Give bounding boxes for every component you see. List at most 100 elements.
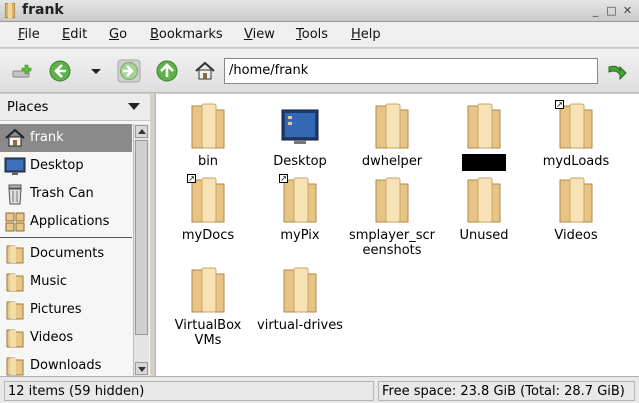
chevron-down-icon[interactable] <box>128 103 140 110</box>
folder-icon <box>559 177 593 223</box>
places-label: Places <box>7 100 49 115</box>
file-item-unused[interactable]: Unused <box>438 174 530 256</box>
file-name: dwhelper <box>361 154 423 169</box>
sidebar-item-label: Documents <box>30 246 105 261</box>
folder-icon <box>467 177 501 223</box>
sidebar-item-applications[interactable]: Applications <box>0 208 132 236</box>
file-item-mydloads[interactable]: ↗ mydLoads <box>530 100 622 182</box>
file-name: Videos <box>554 228 598 243</box>
scroll-up-button[interactable] <box>135 125 148 138</box>
file-name-redacted <box>438 154 530 175</box>
up-arrow-icon[interactable] <box>155 59 179 83</box>
desktop-folder-icon <box>281 109 319 144</box>
folder-icon <box>6 301 24 320</box>
location-input[interactable]: /home/frank <box>224 58 598 84</box>
arrow-up-icon <box>138 129 146 134</box>
scroll-thumb[interactable] <box>135 140 148 335</box>
folder-icon <box>283 267 317 313</box>
file-item-mydocs[interactable]: ↗ myDocs <box>162 174 254 256</box>
sidebar-item-label: Pictures <box>30 302 82 317</box>
file-name: Desktop <box>273 154 327 169</box>
home-icon <box>5 128 25 147</box>
sidebar-item-trash[interactable]: Trash Can <box>0 180 132 208</box>
folder-icon <box>375 177 409 223</box>
file-item-bin[interactable]: bin <box>162 100 254 182</box>
file-name: smplayer_screenshots <box>348 228 436 258</box>
menu-bookmarks[interactable]: Bookmarks <box>150 27 223 42</box>
folder-symlink-icon <box>283 177 317 223</box>
close-icon[interactable]: ✕ <box>621 4 634 17</box>
free-space-status: Free space: 23.8 GiB (Total: 28.7 GiB) <box>378 381 635 401</box>
sidebar-scrollbar[interactable] <box>133 124 149 376</box>
symlink-arrow-icon: ↗ <box>279 174 288 183</box>
sidebar-item-desktop[interactable]: Desktop <box>0 152 132 180</box>
home-icon[interactable] <box>193 59 217 83</box>
arrow-down-icon <box>138 367 146 372</box>
sidebar: frank Desktop Trash Can Applications Doc… <box>0 121 150 376</box>
file-item-desktop[interactable]: Desktop <box>254 100 346 182</box>
scroll-down-button[interactable] <box>135 362 148 375</box>
folder-icon <box>6 357 24 376</box>
maximize-icon[interactable]: □ <box>605 4 618 17</box>
back-arrow-icon[interactable] <box>48 59 72 83</box>
file-item-virtual-drives[interactable]: virtual-drives <box>254 264 346 346</box>
status-bar: 12 items (59 hidden) Free space: 23.8 Gi… <box>0 376 639 403</box>
menu-view[interactable]: View <box>244 27 275 42</box>
folder-icon <box>191 103 225 149</box>
menu-file[interactable]: File <box>18 27 40 42</box>
symlink-arrow-icon: ↗ <box>187 174 196 183</box>
redaction-block <box>462 154 506 171</box>
forward-arrow-icon[interactable] <box>117 59 141 83</box>
file-name: myDocs <box>181 228 235 243</box>
sidebar-item-videos[interactable]: Videos <box>0 324 132 352</box>
file-item-smplayer-screenshots[interactable]: smplayer_screenshots <box>346 174 438 258</box>
file-name: myPix <box>280 228 320 243</box>
file-name: bin <box>197 154 219 169</box>
menu-bar: File Edit Go Bookmarks View Tools Help <box>0 22 639 48</box>
file-name: mydLoads <box>542 154 610 169</box>
folder-icon <box>6 329 24 348</box>
trash-icon <box>8 184 22 205</box>
folder-icon <box>191 267 225 313</box>
sidebar-item-downloads[interactable]: Downloads <box>0 352 132 376</box>
folder-icon <box>467 103 501 149</box>
file-item-virtualbox-vms[interactable]: VirtualBox VMs <box>162 264 254 348</box>
applications-icon <box>5 212 25 232</box>
menu-help[interactable]: Help <box>351 27 381 42</box>
sidebar-item-label: Trash Can <box>30 186 94 201</box>
sidebar-item-music[interactable]: Music <box>0 268 132 296</box>
sidebar-item-label: Downloads <box>30 358 102 373</box>
sidebar-item-documents[interactable]: Documents <box>0 240 132 268</box>
folder-icon <box>6 245 24 264</box>
folder-symlink-icon <box>559 103 593 149</box>
title-bar: frank _ □ ✕ <box>0 0 639 22</box>
folder-icon <box>375 103 409 149</box>
symlink-arrow-icon: ↗ <box>555 100 564 109</box>
sidebar-item-label: Desktop <box>30 158 84 173</box>
item-count-status: 12 items (59 hidden) <box>4 381 374 401</box>
window-title: frank <box>22 2 64 18</box>
file-name: virtual-drives <box>257 318 343 333</box>
sidebar-item-pictures[interactable]: Pictures <box>0 296 132 324</box>
sidebar-item-label: frank <box>30 130 64 145</box>
menu-go[interactable]: Go <box>109 27 127 42</box>
sidebar-divider <box>0 237 132 238</box>
sidebar-item-label: Applications <box>30 214 110 229</box>
minimize-icon[interactable]: _ <box>589 4 602 17</box>
file-item-videos[interactable]: Videos <box>530 174 622 256</box>
go-arrow-icon[interactable] <box>605 59 629 83</box>
file-item-redacted[interactable] <box>438 100 530 182</box>
menu-tools[interactable]: Tools <box>296 27 328 42</box>
file-view[interactable]: bin Desktop dwhelper ↗ mydLoads ↗ myDocs… <box>155 94 639 376</box>
new-tab-icon[interactable] <box>10 59 34 83</box>
folder-icon <box>6 273 24 292</box>
places-dropdown[interactable]: Places <box>0 94 150 121</box>
file-name: Unused <box>459 228 509 243</box>
file-item-mypix[interactable]: ↗ myPix <box>254 174 346 256</box>
desktop-icon <box>4 157 26 175</box>
sidebar-item-frank[interactable]: frank <box>0 124 132 152</box>
sidebar-item-label: Music <box>30 274 67 289</box>
file-item-dwhelper[interactable]: dwhelper <box>346 100 438 182</box>
menu-edit[interactable]: Edit <box>62 27 87 42</box>
history-dropdown-icon[interactable] <box>84 59 108 83</box>
